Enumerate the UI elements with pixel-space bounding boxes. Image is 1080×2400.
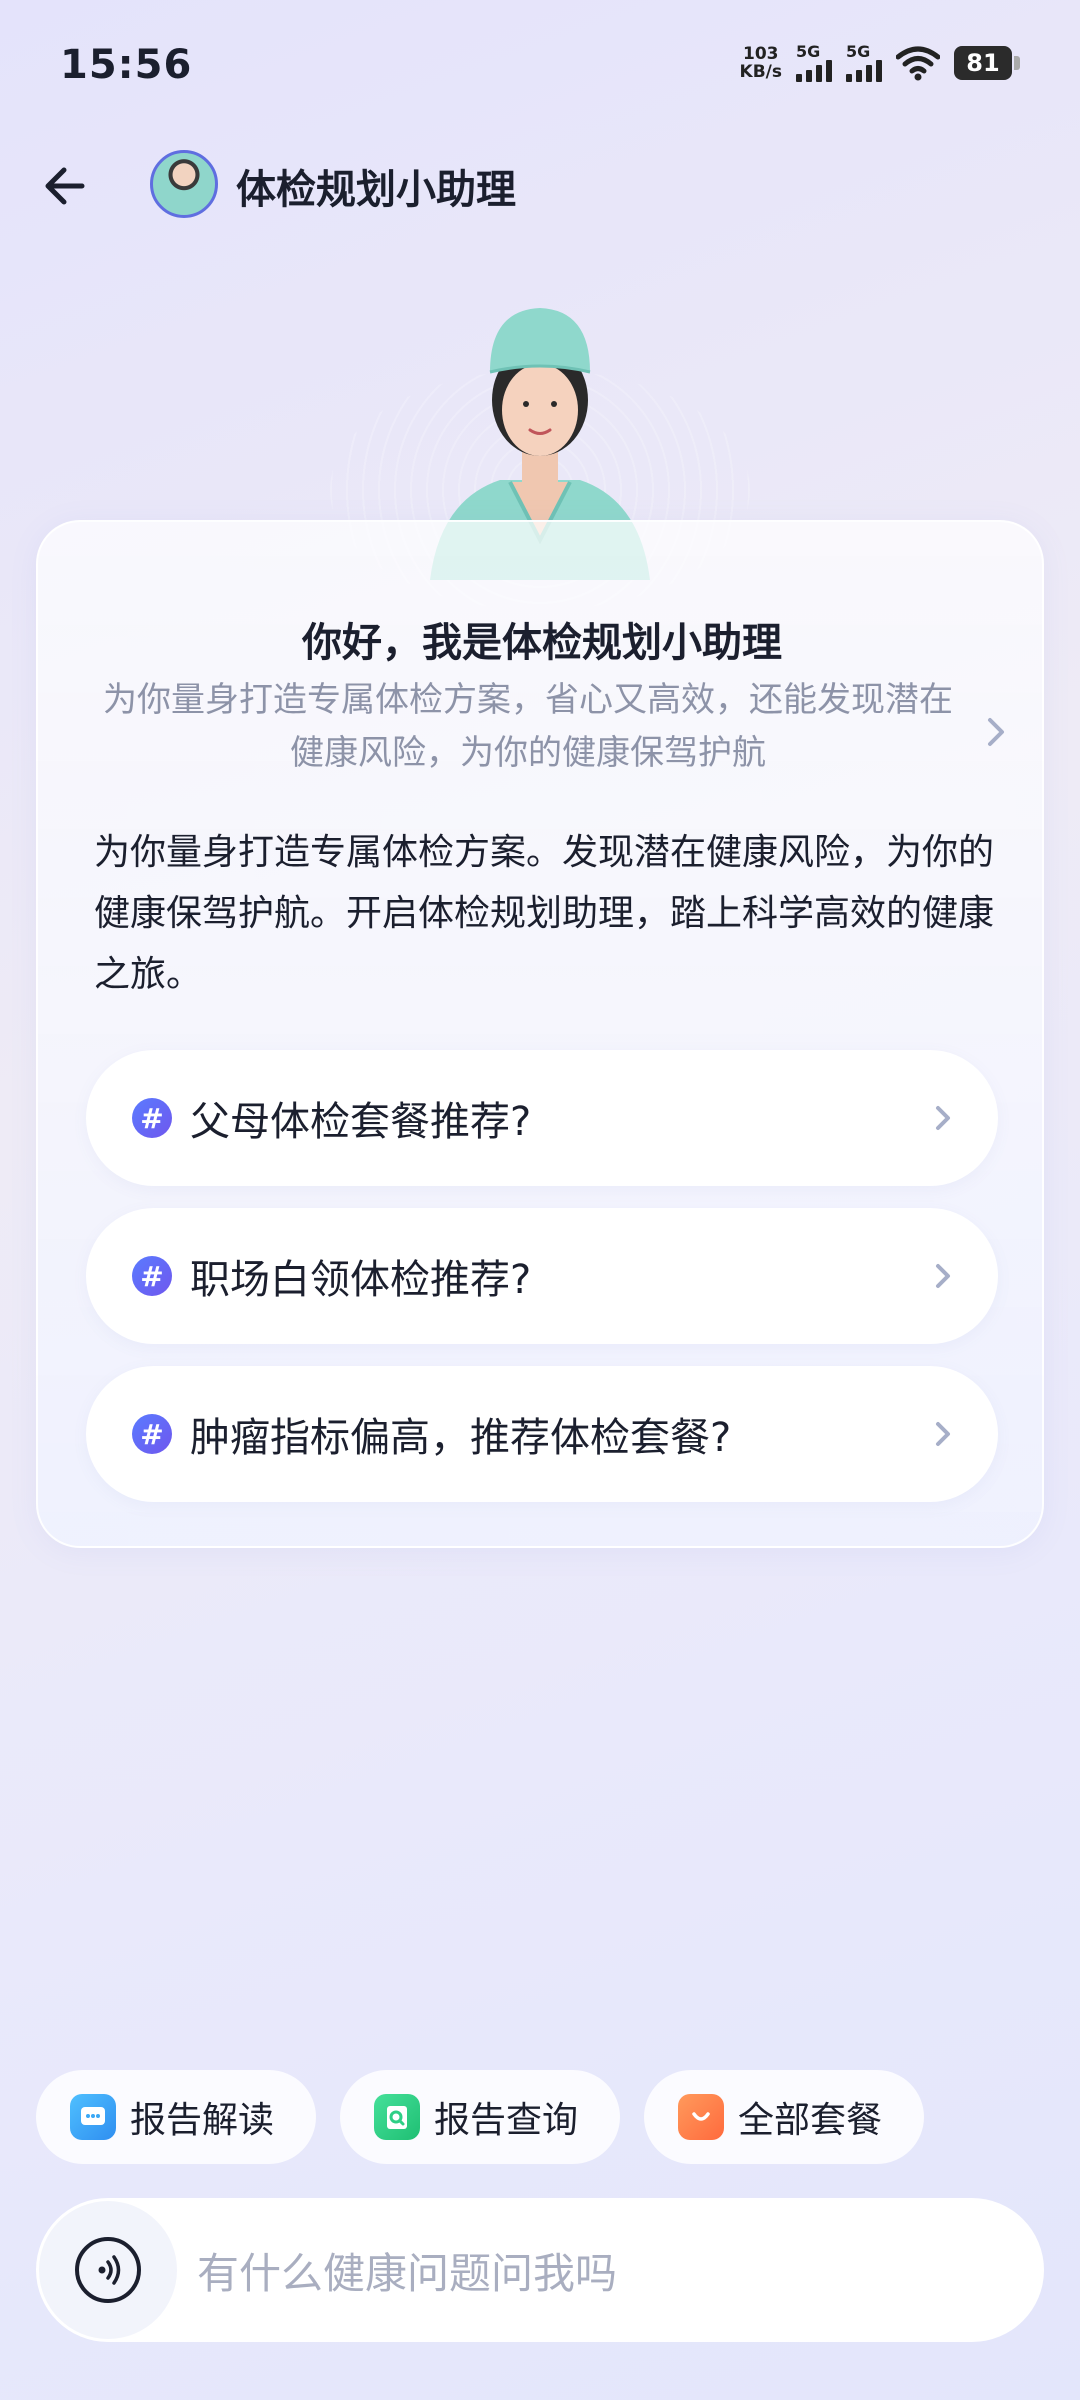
status-bar: 15:56 103 KB/s 5G 5G 81 [0, 0, 1080, 130]
suggestion-label: 职场白领体检推荐? [190, 1257, 532, 1303]
wifi-icon [896, 46, 940, 81]
greeting-subtitle[interactable]: 为你量身打造专属体检方案，省心又高效，还能发现潜在健康风险，为你的健康保驾护航 [88, 674, 968, 780]
network-speed-value: 103 [743, 44, 779, 64]
chevron-right-icon [936, 1422, 950, 1446]
shopping-bag-icon [678, 2094, 724, 2140]
all-packages-button[interactable]: 全部套餐 [644, 2070, 924, 2164]
chat-input-placeholder[interactable]: 有什么健康问题问我吗 [197, 2240, 617, 2301]
intro-card: 你好，我是体检规划小助理 为你量身打造专属体检方案，省心又高效，还能发现潜在健康… [36, 520, 1044, 1548]
hashtag-icon: # [132, 1414, 172, 1454]
report-query-label: 报告查询 [434, 2100, 579, 2141]
suggestion-label: 父母体检套餐推荐? [190, 1099, 532, 1145]
network-speed-unit: KB/s [739, 62, 782, 82]
all-packages-label: 全部套餐 [738, 2100, 883, 2141]
search-report-icon [374, 2094, 420, 2140]
page-title: 体检规划小助理 [236, 167, 516, 213]
report-interpret-button[interactable]: 报告解读 [36, 2070, 316, 2164]
chat-input-bar[interactable]: 有什么健康问题问我吗 [36, 2198, 1044, 2342]
voice-icon [75, 2237, 141, 2303]
suggestion-label: 肿瘤指标偏高，推荐体检套餐? [190, 1415, 732, 1461]
chat-report-icon [70, 2094, 116, 2140]
hashtag-icon: # [132, 1098, 172, 1138]
back-arrow-icon[interactable] [40, 158, 96, 214]
top-app-bar: 体检规划小助理 [0, 140, 1080, 230]
network-speed: 103 KB/s [740, 45, 782, 81]
hashtag-icon: # [132, 1256, 172, 1296]
chevron-right-icon [936, 1264, 950, 1288]
signal-sim2-icon: 5G [846, 44, 882, 82]
report-interpret-label: 报告解读 [130, 2100, 275, 2141]
quick-actions: 报告解读 报告查询 全部套餐 [36, 2070, 924, 2164]
status-icons: 103 KB/s 5G 5G 81 [740, 44, 1020, 82]
greeting-title: 你好，我是体检规划小助理 [302, 620, 782, 666]
voice-input-button[interactable] [39, 2201, 177, 2339]
status-time: 15:56 [60, 42, 193, 88]
suggestion-item[interactable]: # 肿瘤指标偏高，推荐体检套餐? [86, 1366, 998, 1502]
intro-description: 为你量身打造专属体检方案。发现潜在健康风险，为你的健康保驾护航。开启体检规划助理… [94, 832, 995, 995]
chevron-right-icon [936, 1106, 950, 1130]
chevron-right-icon[interactable] [982, 712, 1012, 752]
assistant-avatar[interactable] [150, 150, 218, 218]
suggestion-item[interactable]: # 父母体检套餐推荐? [86, 1050, 998, 1186]
battery-icon: 81 [954, 46, 1020, 80]
report-query-button[interactable]: 报告查询 [340, 2070, 620, 2164]
signal-sim1-icon: 5G [796, 44, 832, 82]
suggestion-item[interactable]: # 职场白领体检推荐? [86, 1208, 998, 1344]
battery-level: 81 [954, 46, 1012, 80]
